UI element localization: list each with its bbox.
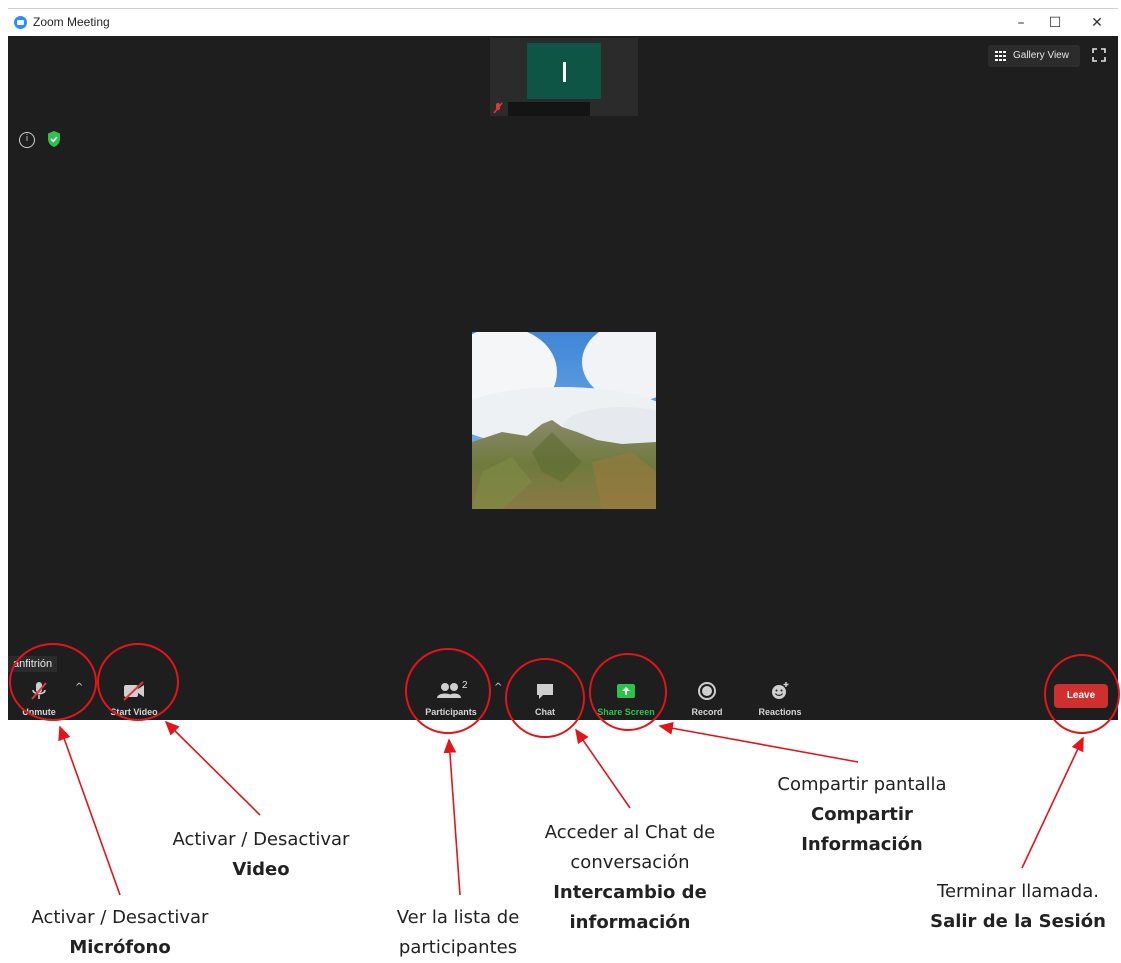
annotation-chat-line4: información <box>569 912 691 933</box>
annotation-microphone-line2: Micrófono <box>69 937 171 958</box>
annotation-leave-line2: Salir de la Sesión <box>930 911 1106 932</box>
annotation-chat-line1: Acceder al Chat de <box>544 822 716 843</box>
annotation-chat-line2: conversación <box>570 852 690 873</box>
annotation-video: Activar / Desactivar Video <box>148 825 374 885</box>
annotation-participants-line2: participantes <box>398 937 518 958</box>
arrow-video <box>164 720 261 816</box>
annotation-share-line2: Compartir <box>811 804 913 825</box>
arrow-leave <box>1021 736 1084 869</box>
annotation-chat: Acceder al Chat de conversación Intercam… <box>520 818 740 938</box>
annotation-microphone-line1: Activar / Desactivar <box>31 907 209 928</box>
annotation-video-line1: Activar / Desactivar <box>172 829 350 850</box>
arrow-chat <box>575 728 631 809</box>
annotation-video-line2: Video <box>232 859 290 880</box>
annotation-share-line1: Compartir pantalla <box>777 774 947 795</box>
annotation-participants-line1: Ver la lista de <box>396 907 520 928</box>
annotation-participants: Ver la lista de participantes <box>378 903 538 963</box>
annotation-microphone: Activar / Desactivar Micrófono <box>4 903 236 963</box>
annotation-leave: Terminar llamada. Salir de la Sesión <box>918 877 1118 937</box>
arrow-share <box>658 721 859 763</box>
arrow-microphone <box>58 725 121 896</box>
arrow-participants <box>443 738 461 896</box>
annotation-leave-line1: Terminar llamada. <box>937 881 1099 902</box>
annotation-share-line3: Información <box>801 834 923 855</box>
annotation-share: Compartir pantalla Compartir Información <box>752 770 972 860</box>
annotation-chat-line3: Intercambio de <box>553 882 707 903</box>
